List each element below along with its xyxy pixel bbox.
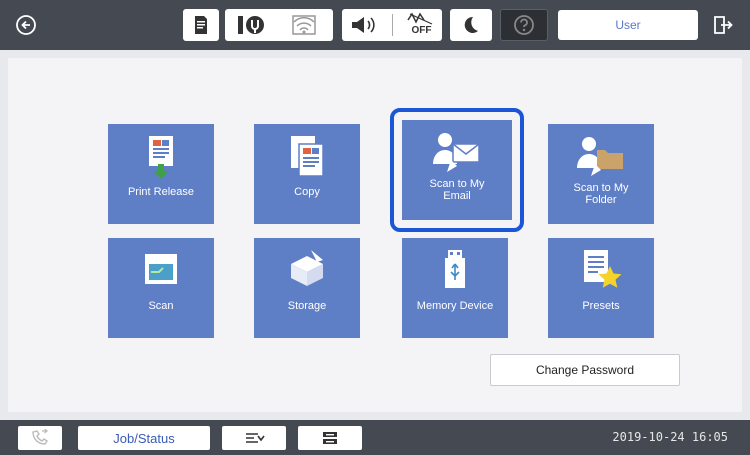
help-button[interactable] <box>500 9 548 41</box>
storage-icon <box>291 250 323 286</box>
logout-button[interactable] <box>704 10 742 40</box>
tile-label: Print Release <box>127 186 195 198</box>
change-password-button[interactable]: Change Password <box>490 354 680 386</box>
tile-scan-to-my-folder[interactable]: Scan to My Folder <box>548 124 654 224</box>
power-save-off-icon: OFF <box>406 12 436 38</box>
user-button[interactable]: User <box>558 10 698 40</box>
copy-icon <box>291 136 324 177</box>
logout-icon <box>714 16 733 34</box>
scan-icon <box>145 254 177 284</box>
back-icon <box>16 15 36 35</box>
volume-power-group[interactable]: OFF <box>342 9 442 41</box>
tray-icon <box>323 432 337 444</box>
selection-highlight <box>390 108 524 232</box>
stop-icon <box>246 433 265 443</box>
job-status-label: Job/Status <box>113 430 175 446</box>
fax-button[interactable] <box>18 426 62 450</box>
help-icon <box>514 15 534 35</box>
tray-button[interactable] <box>298 426 362 450</box>
tile-presets[interactable]: Presets <box>548 238 654 338</box>
job-status-button[interactable]: Job/Status <box>78 426 210 450</box>
tile-scan[interactable]: Scan <box>108 238 214 338</box>
tile-label: Scan <box>148 300 174 312</box>
tile-print-release[interactable]: Print Release <box>108 124 214 224</box>
tile-label-line: Scan to My <box>573 182 629 194</box>
memory-device-icon <box>445 250 465 288</box>
tile-memory-device[interactable]: Memory Device <box>402 238 508 338</box>
tile-label: Presets <box>582 300 620 312</box>
paper-status-icon <box>195 16 207 34</box>
user-label: User <box>615 18 641 32</box>
tile-label: Copy <box>294 186 320 198</box>
bottom-bar: Job/Status 2019-10-24 16:05 <box>0 420 750 455</box>
scan-folder-icon <box>577 137 623 176</box>
network-status-icon <box>238 16 264 34</box>
tile-label-line: Folder <box>585 194 617 206</box>
datetime: 2019-10-24 16:05 <box>612 430 728 444</box>
network-status-group[interactable] <box>225 9 333 41</box>
home-screen: Print Release Copy Scan to My Email Scan… <box>8 58 742 412</box>
tile-label: Storage <box>287 300 327 312</box>
tile-label: Scan to My Folder <box>548 182 654 206</box>
fax-icon <box>32 429 49 445</box>
top-bar: OFF User <box>0 0 750 50</box>
power-save-off-label: OFF <box>411 25 432 36</box>
tile-label: Memory Device <box>416 300 494 312</box>
wifi-icon <box>292 15 316 35</box>
sleep-icon <box>464 16 478 33</box>
print-release-icon <box>149 136 173 179</box>
tile-copy[interactable]: Copy <box>254 124 360 224</box>
presets-icon <box>584 250 622 288</box>
paper-status-button[interactable] <box>183 9 219 41</box>
back-button[interactable] <box>8 10 44 40</box>
tile-storage[interactable]: Storage <box>254 238 360 338</box>
sleep-button[interactable] <box>450 9 492 41</box>
volume-icon <box>351 17 375 33</box>
stop-button[interactable] <box>222 426 286 450</box>
